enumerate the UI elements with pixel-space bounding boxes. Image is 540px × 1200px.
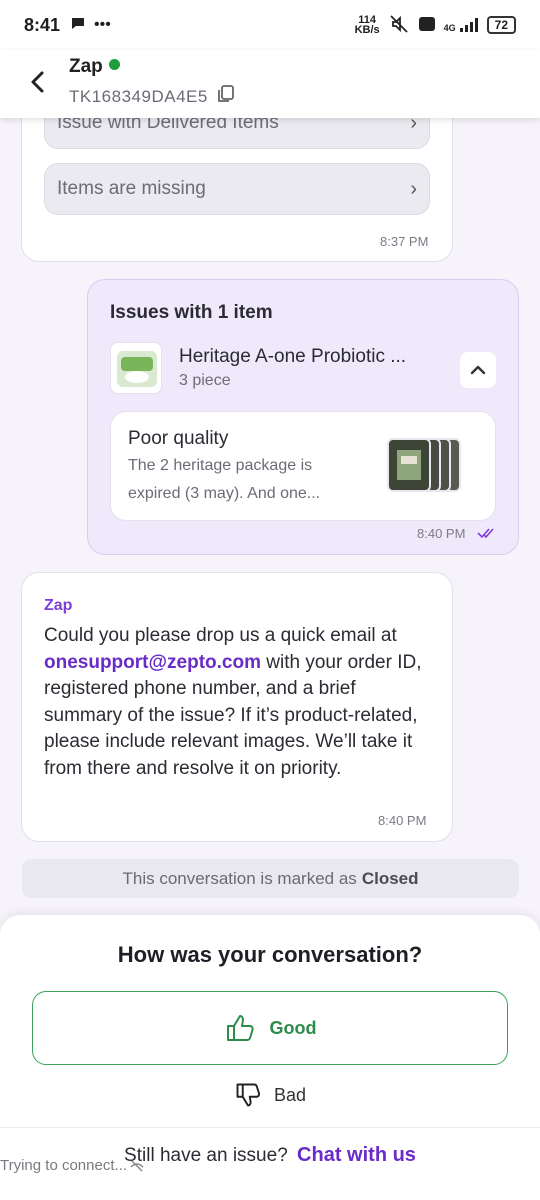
back-arrow-icon — [31, 71, 44, 93]
option-delivered-items[interactable]: Issue with Delivered Items › — [44, 118, 430, 149]
agent-name: Zap — [69, 56, 120, 78]
thumbs-down-icon — [236, 1083, 260, 1107]
product-name: Heritage A-one Probiotic ... — [179, 346, 407, 367]
message-time: 8:37 PM — [380, 234, 429, 249]
thumbs-up-icon — [226, 1015, 254, 1041]
issue-message-bubble: Issues with 1 item Heritage A-one Probio… — [87, 279, 519, 555]
status-right: 114 KB/s 4G 72 — [355, 14, 516, 37]
support-email-link[interactable]: onesupport@zepto.com — [44, 652, 261, 673]
issue-title: Issues with 1 item — [110, 302, 273, 323]
net-speed: 114 KB/s — [354, 14, 380, 36]
closed-status: Closed — [361, 868, 419, 888]
chat-with-us-link[interactable]: Chat with us — [297, 1144, 416, 1166]
connection-status: Trying to connect... — [0, 1157, 145, 1174]
signal-icon: 4G — [444, 17, 479, 33]
chevron-up-icon — [470, 365, 486, 375]
chevron-right-icon: › — [410, 177, 417, 200]
product-quantity: 3 piece — [179, 372, 231, 389]
message-time: 8:40 PM — [417, 526, 466, 541]
ticket-id-row: TK168349DA4E5 — [69, 84, 236, 109]
good-feedback-button[interactable]: Good — [32, 991, 508, 1065]
status-bar: 8:41 ••• 114 KB/s 4G 72 — [0, 0, 540, 50]
issue-images[interactable] — [387, 438, 479, 494]
chat-header: Zap TK168349DA4E5 — [0, 50, 540, 118]
issue-description: The 2 heritage package is expired (3 may… — [128, 457, 321, 502]
status-time: 8:41 — [24, 14, 61, 35]
issue-label: Poor quality — [128, 428, 229, 449]
message-time: 8:40 PM — [378, 813, 427, 828]
agent-message-text: Could you please drop us a quick email a… — [44, 625, 422, 779]
more-icon: ••• — [94, 16, 111, 33]
issue-detail-card[interactable]: Poor quality The 2 heritage package is e… — [110, 411, 496, 521]
conversation-closed-banner: This conversation is marked as Closed — [22, 859, 519, 898]
chat-bubble-icon — [70, 15, 86, 36]
online-status-dot — [108, 59, 120, 70]
mute-icon — [388, 14, 410, 37]
feedback-title: How was your conversation? — [117, 942, 423, 967]
copy-icon[interactable] — [216, 84, 236, 109]
back-button[interactable] — [22, 66, 54, 98]
divider — [0, 1127, 540, 1128]
notification-icons: ••• — [70, 15, 111, 36]
agent-message-bubble: Zap Could you please drop us a quick ema… — [21, 572, 453, 842]
battery-indicator: 72 — [486, 16, 516, 34]
product-thumbnail — [110, 342, 162, 394]
nav-bar-area — [0, 1190, 540, 1200]
no-connection-icon — [130, 1159, 144, 1172]
chevron-right-icon: › — [410, 118, 417, 134]
read-receipt-icon — [477, 526, 495, 545]
volte-icon — [418, 15, 436, 36]
options-bubble: Issue with Delivered Items › Items are m… — [21, 118, 453, 262]
collapse-button[interactable] — [460, 352, 496, 388]
sender-name: Zap — [44, 597, 73, 614]
issue-image — [387, 438, 431, 492]
bad-feedback-button[interactable]: Bad — [170, 1077, 370, 1113]
chat-area[interactable]: Issue with Delivered Items › Items are m… — [0, 118, 540, 918]
ticket-id: TK168349DA4E5 — [69, 86, 208, 106]
option-items-missing[interactable]: Items are missing › — [44, 163, 430, 215]
